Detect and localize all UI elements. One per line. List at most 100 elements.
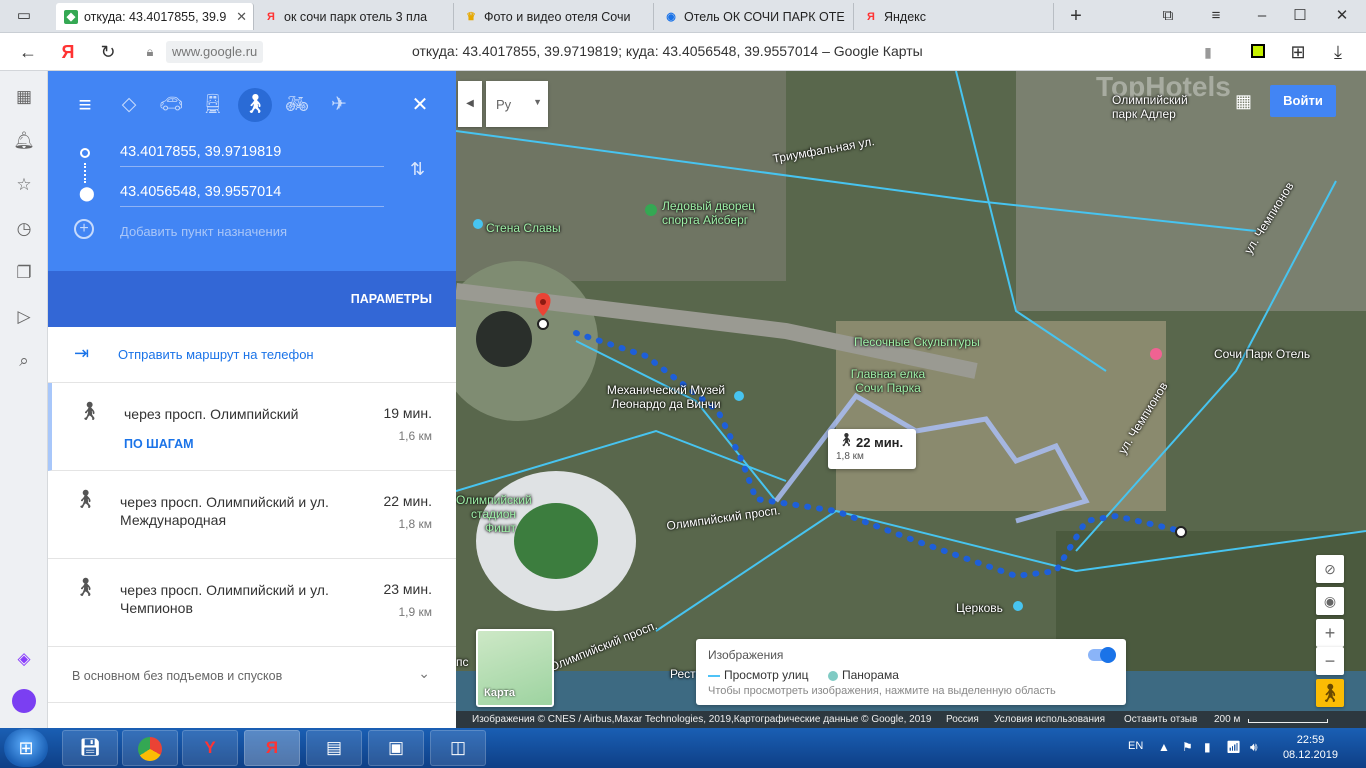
taskbar-yandex-browser-icon[interactable]: Y xyxy=(182,730,238,766)
tray-signal-icon[interactable]: 📶︎ xyxy=(1226,740,1241,754)
collections-icon[interactable]: ❐ xyxy=(12,261,36,285)
close-icon[interactable]: ✕ xyxy=(236,9,247,25)
close-icon[interactable]: ✕ xyxy=(403,88,437,122)
tray-flag-icon[interactable]: ⚑ xyxy=(1182,740,1193,754)
translate-icon[interactable]: ⊞ xyxy=(1286,41,1310,63)
route-option-2[interactable]: 🚶︎ через просп. Олимпийский и ул. Междун… xyxy=(48,471,456,559)
new-tab-icon[interactable]: + xyxy=(1064,6,1088,26)
grid-icon[interactable]: ▦ xyxy=(12,85,36,109)
swap-icon[interactable]: ⇅ xyxy=(410,159,425,180)
tab-list-icon[interactable]: ▭ xyxy=(12,6,36,26)
history-icon[interactable]: ◷ xyxy=(12,217,36,241)
attribution-text: Изображения © CNES / Airbus,Maxar Techno… xyxy=(472,714,932,725)
tab-yandex[interactable]: Я Яндекс xyxy=(856,3,1054,30)
alice-icon[interactable] xyxy=(12,689,36,713)
collapse-panel-icon[interactable]: ◀ xyxy=(458,81,482,127)
reload-icon[interactable]: ↻ xyxy=(96,41,120,63)
zoom-in-button[interactable]: + xyxy=(1316,619,1344,647)
my-location-icon[interactable]: ◉ xyxy=(1316,587,1344,615)
bookmark-icon[interactable]: ▮ xyxy=(1196,41,1220,63)
extension-icon[interactable] xyxy=(1246,41,1270,63)
add-destination-input[interactable]: Добавить пункт назначения xyxy=(120,224,287,239)
play-icon[interactable]: ▷ xyxy=(12,305,36,329)
transit-icon[interactable]: 🚆︎ xyxy=(196,88,230,122)
taskbar-photo-icon[interactable]: ◫ xyxy=(430,730,486,766)
imagery-toggle[interactable] xyxy=(1088,647,1116,663)
taskbar-calculator-icon[interactable]: ▤ xyxy=(306,730,362,766)
route-option-3[interactable]: 🚶︎ через просп. Олимпийский и ул. Чемпио… xyxy=(48,559,456,647)
step-by-step-link[interactable]: ПО ШАГАМ xyxy=(124,437,194,451)
hills-note-row[interactable]: В основном без подъемов и спусков ⌄ xyxy=(48,647,456,703)
tab-google-maps[interactable]: ◆ откуда: 43.4017855, 39.9 ✕ xyxy=(56,3,254,30)
star-icon[interactable]: ☆ xyxy=(12,173,36,197)
chevron-down-icon[interactable]: ⌄ xyxy=(418,665,430,682)
map-label-sand[interactable]: Песочные Скульптуры xyxy=(854,335,980,349)
map-label-rest: Рест xyxy=(670,667,696,681)
map-label-fisht[interactable]: Олимпийский стадион Фишт xyxy=(456,493,532,535)
yandex-logo-icon[interactable]: Я xyxy=(56,41,80,63)
address-bar: ← Я ↻ 🔒︎ www.google.ru откуда: 43.401785… xyxy=(0,33,1366,71)
terms-link[interactable]: Условия использования xyxy=(994,711,1105,728)
satellite-map[interactable]: TopHotels Олимпийский парк Адлер Триумфа… xyxy=(456,71,1366,728)
tab-yandex-search[interactable]: Я ок сочи парк отель 3 пла xyxy=(256,3,454,30)
maximize-icon[interactable]: ☐ xyxy=(1288,6,1312,26)
scale-label[interactable]: 200 м xyxy=(1214,711,1240,728)
download-icon[interactable]: ⤓ xyxy=(1326,41,1350,63)
route-option-1[interactable]: 🚶︎ через просп. Олимпийский 19 мин. 1,6 … xyxy=(48,383,456,471)
plane-icon[interactable]: ✈︎ xyxy=(322,88,356,122)
map-label-iceberg[interactable]: Ледовый дворец спорта Айсберг xyxy=(662,199,772,227)
walking-icon[interactable]: 🚶︎ xyxy=(238,88,272,122)
tab-photos[interactable]: ♛ Фото и видео отеля Сочи xyxy=(456,3,654,30)
search-doc-icon[interactable]: ⌕ xyxy=(12,349,36,373)
map-language-select[interactable]: Ру ▼ xyxy=(486,81,548,127)
hamburger-menu-icon[interactable]: ≡ xyxy=(68,88,102,122)
map-layer-thumbnail[interactable]: Карта xyxy=(476,629,554,707)
tab-hotel[interactable]: ◉ Отель ОК СОЧИ ПАРК ОТЕ xyxy=(656,3,854,30)
route-time-bubble[interactable]: 🚶︎ 22 мин. 1,8 км xyxy=(828,429,916,469)
tray-language[interactable]: EN xyxy=(1128,740,1143,752)
map-label-tree[interactable]: Главная елка Сочи Парка xyxy=(848,367,928,395)
map-label-glory[interactable]: Стена Славы xyxy=(486,221,561,235)
close-window-icon[interactable]: ✕ xyxy=(1330,6,1354,26)
tray-volume-icon[interactable]: 🔊︎ xyxy=(1250,740,1258,755)
add-destination-icon[interactable]: + xyxy=(74,219,94,239)
params-bar: ПАРАМЕТРЫ xyxy=(48,271,456,327)
feedback-link[interactable]: Оставить отзыв xyxy=(1124,711,1197,728)
taskbar-yandex-icon[interactable]: Я xyxy=(244,730,300,766)
bicycle-icon[interactable]: 🚲︎ xyxy=(280,88,314,122)
tray-chevron-up-icon[interactable]: ▲ xyxy=(1158,740,1170,754)
bell-icon[interactable]: 🔔︎ xyxy=(12,129,36,153)
params-button[interactable]: ПАРАМЕТРЫ xyxy=(351,292,432,306)
tabs-window-icon[interactable]: ⧉ xyxy=(1156,6,1180,26)
zoom-out-button[interactable]: − xyxy=(1316,647,1344,675)
taskbar-monitor-icon[interactable]: ▣ xyxy=(368,730,424,766)
map-label-church[interactable]: Церковь xyxy=(956,601,1003,615)
tray-clock[interactable]: 22:59 08.12.2019 xyxy=(1283,733,1338,763)
start-button[interactable]: ⊞ xyxy=(4,729,48,767)
apps-grid-icon[interactable]: ▦ xyxy=(1235,91,1252,112)
origin-input[interactable]: 43.4017855, 39.9719819 xyxy=(120,137,384,167)
tray-battery-icon[interactable]: ▮ xyxy=(1204,740,1211,754)
pegman-icon[interactable]: 🚶︎ xyxy=(1316,679,1344,707)
signin-button[interactable]: Войти xyxy=(1270,85,1336,117)
back-icon[interactable]: ← xyxy=(16,41,40,63)
send-to-phone-row[interactable]: ⇥ Отправить маршрут на телефон xyxy=(48,327,456,383)
destination-input[interactable]: 43.4056548, 39.9557014 xyxy=(120,177,384,207)
panorama-option[interactable]: Панорама xyxy=(828,668,899,682)
alice-chat-icon[interactable]: ◈ xyxy=(12,647,36,671)
destination-pin-icon: ⬤ xyxy=(79,185,95,201)
minimize-icon[interactable]: – xyxy=(1250,6,1274,26)
street-view-option[interactable]: Просмотр улиц xyxy=(708,668,808,682)
map-label-olympic-park[interactable]: Олимпийский парк Адлер xyxy=(1112,93,1202,121)
menu-icon[interactable]: ≡ xyxy=(1204,6,1228,26)
best-route-icon[interactable]: ◇ xyxy=(112,88,146,122)
url-chip[interactable]: www.google.ru xyxy=(166,41,264,63)
map-label-museum[interactable]: Механический Музей Леонардо да Винчи xyxy=(596,383,736,411)
page-title[interactable]: откуда: 43.4017855, 39.9719819; куда: 43… xyxy=(412,43,923,59)
taskbar-chrome-icon[interactable] xyxy=(122,730,178,766)
taskbar-save-icon[interactable]: 💾︎ xyxy=(62,730,118,766)
attribution-country[interactable]: Россия xyxy=(946,711,979,728)
car-icon[interactable]: 🚗︎ xyxy=(154,88,188,122)
no-location-icon[interactable]: ⊘ xyxy=(1316,555,1344,583)
map-label-hotel[interactable]: Сочи Парк Отель xyxy=(1214,347,1310,361)
